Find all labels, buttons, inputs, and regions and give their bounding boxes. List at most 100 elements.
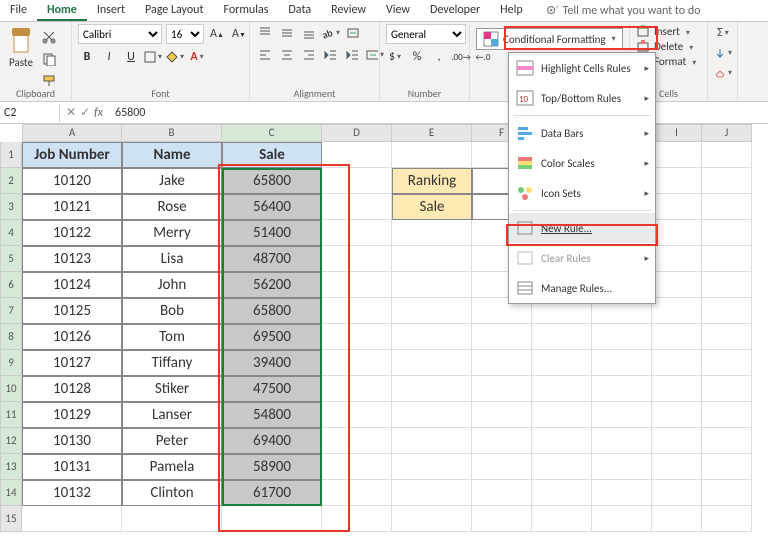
tab-home[interactable]: Home (37, 0, 87, 21)
menu-color-scales[interactable]: Color Scales▸ (509, 148, 655, 178)
cell-E6[interactable] (392, 272, 472, 298)
cell-B12[interactable]: Peter (122, 428, 222, 454)
cell-A12[interactable]: 10130 (22, 428, 122, 454)
cell-I7[interactable] (652, 298, 702, 324)
cell-C14[interactable]: 61700 (222, 480, 322, 506)
cell-E4[interactable] (392, 220, 472, 246)
cell-J1[interactable] (702, 142, 752, 168)
align-bottom-icon[interactable] (300, 24, 318, 42)
name-box[interactable]: C2 (0, 104, 60, 122)
cell-F12[interactable] (472, 428, 532, 454)
cell-A6[interactable]: 10124 (22, 272, 122, 298)
cell-I2[interactable] (652, 168, 702, 194)
cell-E1[interactable] (392, 142, 472, 168)
cell-D7[interactable] (322, 298, 392, 324)
col-header-C[interactable]: C (222, 124, 322, 142)
cell-D14[interactable] (322, 480, 392, 506)
cell-J12[interactable] (702, 428, 752, 454)
percent-format-icon[interactable]: % (408, 48, 426, 66)
wrap-text-icon[interactable] (344, 24, 362, 42)
cell-G15[interactable] (532, 506, 592, 532)
cell-A10[interactable]: 10128 (22, 376, 122, 402)
cell-I10[interactable] (652, 376, 702, 402)
cell-I12[interactable] (652, 428, 702, 454)
cell-G10[interactable] (532, 376, 592, 402)
cell-F15[interactable] (472, 506, 532, 532)
cell-E13[interactable] (392, 454, 472, 480)
cell-B8[interactable]: Tom (122, 324, 222, 350)
menu-data-bars[interactable]: Data Bars▸ (509, 118, 655, 148)
delete-cells-button[interactable]: Delete (636, 39, 693, 53)
cell-A13[interactable]: 10131 (22, 454, 122, 480)
increase-decimal-icon[interactable]: .00→ (452, 48, 470, 66)
accounting-format-icon[interactable]: $ (386, 48, 404, 66)
cell-C7[interactable]: 65800 (222, 298, 322, 324)
number-format-select[interactable]: General (386, 24, 466, 44)
cell-E7[interactable] (392, 298, 472, 324)
cell-J10[interactable] (702, 376, 752, 402)
cell-H13[interactable] (592, 454, 652, 480)
cell-C8[interactable]: 69500 (222, 324, 322, 350)
row-header-2[interactable]: 2 (0, 168, 22, 194)
cell-B6[interactable]: John (122, 272, 222, 298)
cell-B13[interactable]: Pamela (122, 454, 222, 480)
cell-D3[interactable] (322, 194, 392, 220)
cell-J9[interactable] (702, 350, 752, 376)
comma-format-icon[interactable]: , (430, 48, 448, 66)
row-header-1[interactable]: 1 (0, 142, 22, 168)
cell-J7[interactable] (702, 298, 752, 324)
cell-A8[interactable]: 10126 (22, 324, 122, 350)
cell-D9[interactable] (322, 350, 392, 376)
align-left-icon[interactable] (256, 46, 274, 64)
cell-D10[interactable] (322, 376, 392, 402)
cell-A5[interactable]: 10123 (22, 246, 122, 272)
row-header-6[interactable]: 6 (0, 272, 22, 298)
cell-F10[interactable] (472, 376, 532, 402)
row-header-12[interactable]: 12 (0, 428, 22, 454)
cell-F9[interactable] (472, 350, 532, 376)
cell-I6[interactable] (652, 272, 702, 298)
cell-H15[interactable] (592, 506, 652, 532)
cell-C9[interactable]: 39400 (222, 350, 322, 376)
cell-G13[interactable] (532, 454, 592, 480)
menu-clear-rules[interactable]: Clear Rules▸ (509, 243, 655, 273)
col-header-J[interactable]: J (702, 124, 752, 142)
cell-H9[interactable] (592, 350, 652, 376)
cell-C15[interactable] (222, 506, 322, 532)
cell-J6[interactable] (702, 272, 752, 298)
cell-I15[interactable] (652, 506, 702, 532)
italic-button[interactable]: I (100, 48, 118, 66)
cell-A15[interactable] (22, 506, 122, 532)
cell-J14[interactable] (702, 480, 752, 506)
copy-icon[interactable] (40, 50, 58, 68)
cell-B9[interactable]: Tiffany (122, 350, 222, 376)
increase-font-icon[interactable]: A▲ (208, 25, 226, 43)
row-header-10[interactable]: 10 (0, 376, 22, 402)
conditional-formatting-button[interactable]: Conditional Formatting (476, 28, 623, 50)
fx-icon[interactable]: fx (94, 106, 103, 120)
cell-E3[interactable]: Sale (392, 194, 472, 220)
cell-D1[interactable] (322, 142, 392, 168)
tab-insert[interactable]: Insert (87, 0, 135, 21)
cell-C3[interactable]: 56400 (222, 194, 322, 220)
cell-I5[interactable] (652, 246, 702, 272)
cell-C5[interactable]: 48700 (222, 246, 322, 272)
menu-new-rule[interactable]: New Rule... (509, 213, 655, 243)
autosum-icon[interactable]: Σ (714, 24, 732, 42)
tab-developer[interactable]: Developer (420, 0, 490, 21)
cancel-formula-icon[interactable]: ✕ (66, 105, 76, 120)
cell-I1[interactable] (652, 142, 702, 168)
cell-D15[interactable] (322, 506, 392, 532)
cell-E14[interactable] (392, 480, 472, 506)
tab-review[interactable]: Review (321, 0, 376, 21)
cell-E10[interactable] (392, 376, 472, 402)
cell-J5[interactable] (702, 246, 752, 272)
cell-F8[interactable] (472, 324, 532, 350)
cell-B14[interactable]: Clinton (122, 480, 222, 506)
cell-D2[interactable] (322, 168, 392, 194)
menu-top-bottom-rules[interactable]: 10Top/Bottom Rules▸ (509, 83, 655, 113)
increase-indent-icon[interactable] (344, 46, 362, 64)
cell-G11[interactable] (532, 402, 592, 428)
cut-icon[interactable] (40, 28, 58, 46)
align-right-icon[interactable] (300, 46, 318, 64)
